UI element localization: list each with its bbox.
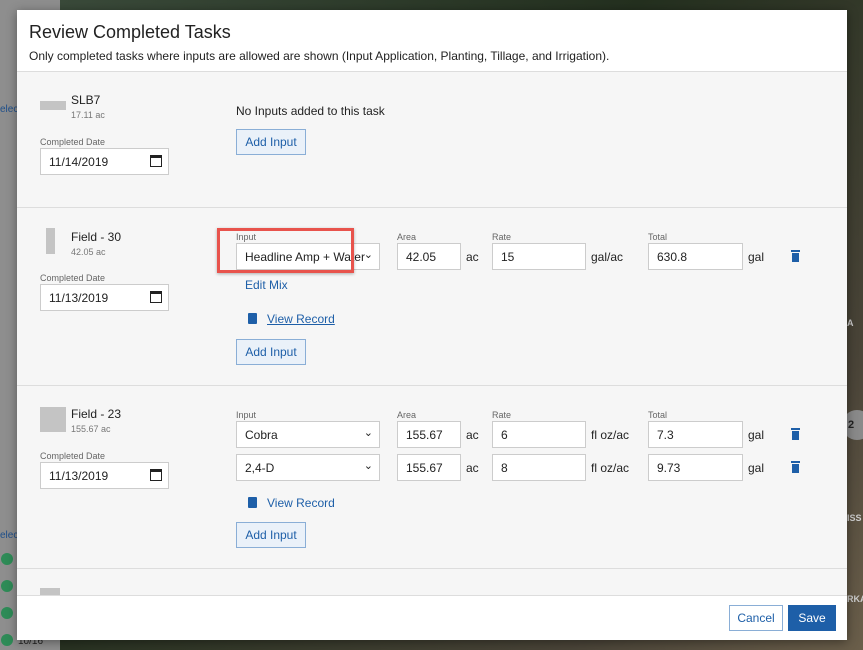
chevron-down-icon: ⌄ (363, 249, 373, 261)
area-unit: ac (466, 250, 479, 264)
check-icon (1, 580, 13, 592)
map-label: ISS (847, 513, 862, 523)
task-row: Field - 30 42.05 ac Completed Date 11/13… (17, 208, 847, 386)
date-value: 11/13/2019 (49, 291, 109, 305)
document-icon (248, 497, 257, 508)
area-input[interactable]: 42.05 (397, 243, 461, 270)
total-unit: gal (748, 461, 765, 475)
field-name: Field - 30 (71, 230, 122, 244)
area-unit: ac (466, 461, 479, 475)
rate-input[interactable]: 15 (492, 243, 586, 270)
add-input-button[interactable]: Add Input (236, 522, 306, 548)
modal-footer: Cancel Save (17, 595, 847, 640)
task-row: SLB7 17.11 ac Completed Date 11/14/2019 … (17, 72, 847, 208)
check-icon (1, 607, 13, 619)
area-label: Area (397, 232, 417, 242)
completed-date-label: Completed Date (40, 137, 106, 147)
rate-unit: fl oz/ac (591, 428, 630, 442)
input-select[interactable]: Cobra ⌄ (236, 421, 380, 448)
delete-input-icon[interactable] (791, 428, 800, 440)
total-label: Total (648, 232, 668, 242)
date-value: 11/14/2019 (49, 155, 109, 169)
calendar-icon[interactable] (150, 469, 162, 481)
area-label: Area (397, 410, 417, 420)
area-input[interactable]: 155.67 (397, 421, 461, 448)
sidebar-label: elec (0, 530, 19, 541)
area-unit: ac (466, 428, 479, 442)
chevron-down-icon: ⌄ (363, 427, 373, 439)
document-icon (248, 313, 257, 324)
modal-title: Review Completed Tasks (29, 22, 231, 42)
total-input[interactable]: 630.8 (648, 243, 743, 270)
rate-label: Rate (492, 410, 512, 420)
rate-unit: fl oz/ac (591, 461, 630, 475)
total-input[interactable]: 7.3 (648, 421, 743, 448)
highlight-annotation (217, 228, 354, 273)
completed-date-label: Completed Date (40, 273, 106, 283)
field-shape-icon (46, 228, 55, 254)
modal-subtitle: Only completed tasks where inputs are al… (29, 49, 610, 63)
total-label: Total (648, 410, 668, 420)
view-record-link[interactable]: View Record (267, 496, 335, 510)
check-icon (1, 553, 13, 565)
completed-date-input[interactable]: 11/13/2019 (40, 462, 169, 489)
completed-date-input[interactable]: 11/13/2019 (40, 284, 169, 311)
sidebar-label: elec (0, 104, 19, 115)
task-row: Field - 23 155.67 ac Completed Date 11/1… (17, 386, 847, 569)
no-inputs-message: No Inputs added to this task (236, 104, 385, 118)
save-button[interactable]: Save (788, 605, 836, 631)
check-icon (1, 634, 13, 646)
completed-date-input[interactable]: 11/14/2019 (40, 148, 169, 175)
add-input-button[interactable]: Add Input (236, 129, 306, 155)
area-input[interactable]: 155.67 (397, 454, 461, 481)
date-value: 11/13/2019 (49, 469, 109, 483)
task-list[interactable]: SLB7 17.11 ac Completed Date 11/14/2019 … (17, 72, 847, 595)
field-shape-icon (40, 588, 60, 595)
modal-header: Review Completed Tasks Only completed ta… (17, 10, 847, 72)
select-value: 2,4-D (245, 461, 275, 475)
chevron-down-icon: ⌄ (363, 460, 373, 472)
field-name: Field - 23 (71, 407, 122, 421)
rate-input[interactable]: 6 (492, 421, 586, 448)
delete-input-icon[interactable] (791, 250, 800, 262)
field-shape-icon (40, 407, 66, 432)
calendar-icon[interactable] (150, 155, 162, 167)
delete-input-icon[interactable] (791, 461, 800, 473)
add-input-button[interactable]: Add Input (236, 339, 306, 365)
rate-label: Rate (492, 232, 512, 242)
review-completed-tasks-modal: Review Completed Tasks Only completed ta… (17, 10, 847, 640)
edit-mix-link[interactable]: Edit Mix (245, 278, 288, 292)
field-acres: 42.05 ac (71, 247, 106, 257)
field-shape-icon (40, 101, 66, 110)
cancel-button[interactable]: Cancel (729, 605, 783, 631)
rate-input[interactable]: 8 (492, 454, 586, 481)
calendar-icon[interactable] (150, 291, 162, 303)
view-record-link[interactable]: View Record (267, 312, 335, 326)
field-acres: 17.11 ac (71, 110, 105, 120)
total-input[interactable]: 9.73 (648, 454, 743, 481)
total-unit: gal (748, 250, 765, 264)
input-label: Input (236, 410, 257, 420)
input-select[interactable]: 2,4-D ⌄ (236, 454, 380, 481)
completed-date-label: Completed Date (40, 451, 106, 461)
rate-unit: gal/ac (591, 250, 624, 264)
map-label: RKA (847, 594, 863, 604)
total-unit: gal (748, 428, 765, 442)
field-name: SLB7 (71, 93, 101, 107)
map-label: A (847, 318, 854, 328)
field-acres: 155.67 ac (71, 424, 111, 434)
select-value: Cobra (245, 428, 278, 442)
